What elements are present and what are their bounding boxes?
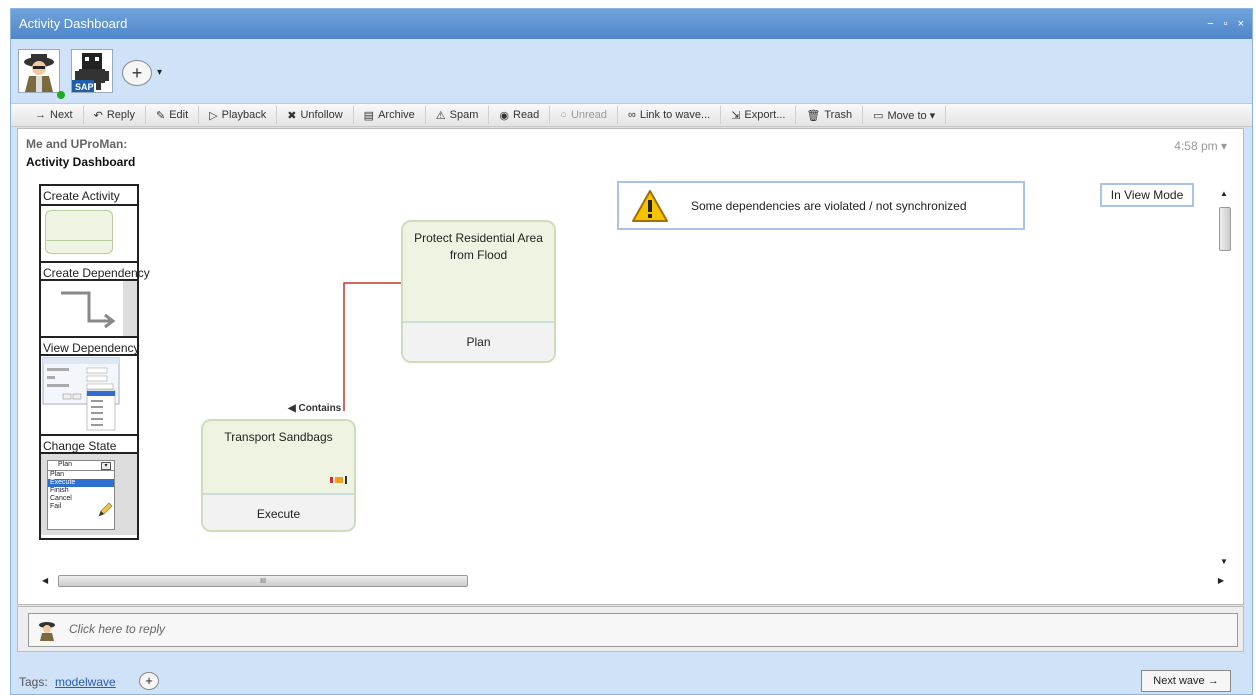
wave-content: Me and UProMan: Activity Dashboard 4:58 … [17, 128, 1244, 605]
wave-toolbar: → Next ↶ Reply ✎ Edit ▷ Playback ✖ Unfollow ▤ Archi… [11, 103, 1252, 127]
reply-placeholder[interactable]: Click here to reply [69, 622, 165, 636]
dependency-label: ◀ Contains [288, 403, 342, 414]
vertical-scrollbar[interactable]: ▲ ▼ [1217, 189, 1233, 581]
unfollow-button[interactable]: ✖ Unfollow [277, 106, 354, 124]
toolbar-button-label: Spam [449, 109, 479, 121]
scroll-left-icon[interactable]: ◀ [42, 576, 48, 585]
playback-icon: ▷ [209, 109, 218, 122]
scroll-right-icon[interactable]: ▶ [1218, 576, 1224, 585]
toolbar-button-label: Edit [169, 109, 189, 121]
close-icon[interactable]: × [1238, 9, 1244, 39]
user-avatar-icon [39, 622, 55, 641]
warning-message: Some dependencies are violated / not syn… [691, 199, 967, 213]
tag-link[interactable]: modelwave [55, 675, 116, 689]
link-icon: ∞ [628, 109, 636, 121]
avatar-sap-robot[interactable]: SAP [71, 49, 113, 93]
horizontal-scrollbar[interactable]: ◀ III ▶ [42, 574, 1228, 590]
window-titlebar: Activity Dashboard − ▫ × [11, 9, 1252, 39]
activity-node[interactable]: Protect Residential Area from Flood Plan [401, 220, 556, 363]
archive-button[interactable]: ▤ Archive [354, 106, 426, 124]
read-icon: ◉ [499, 109, 509, 122]
toolbar-button-label: Unfollow [300, 109, 343, 121]
vertical-scroll-thumb[interactable] [1219, 207, 1231, 251]
window-title: Activity Dashboard [19, 16, 128, 31]
reply-icon: ↶ [93, 109, 103, 122]
toolbar-button-label: Unread [570, 109, 608, 121]
folder-icon: ▭ [873, 109, 884, 122]
reply-area: Click here to reply [17, 606, 1244, 652]
reply-button[interactable]: ↶ Reply [84, 106, 146, 124]
next-button[interactable]: → Next [25, 106, 84, 124]
scroll-down-icon[interactable]: ▼ [1220, 557, 1228, 566]
activity-title: Transport Sandbags [203, 421, 354, 493]
warning-icon [632, 190, 668, 222]
toolbar-button-label: Link to wave... [639, 109, 711, 121]
activity-title: Protect Residential Area from Flood [414, 231, 543, 262]
toolbar-button-label: Reply [106, 109, 135, 121]
maximize-icon[interactable]: ▫ [1224, 9, 1228, 39]
window-controls: − ▫ × [1207, 9, 1244, 39]
dependency-line [343, 282, 401, 411]
toolbar-button-label: Trash [824, 109, 853, 121]
edit-button[interactable]: ✎ Edit [146, 106, 200, 124]
next-wave-button[interactable]: Next wave → [1141, 670, 1231, 692]
warning-box: Some dependencies are violated / not syn… [617, 181, 1025, 230]
wave-window: Activity Dashboard − ▫ × SAP + ▾ → Next … [10, 8, 1253, 695]
toolbar-button-label: Read [513, 109, 540, 121]
minimize-icon[interactable]: − [1207, 9, 1213, 39]
online-status-icon [57, 91, 65, 99]
participants-bar: SAP + ▾ [11, 39, 1252, 103]
add-participant-button[interactable]: + [122, 60, 152, 86]
horizontal-scroll-thumb[interactable]: III [58, 575, 468, 587]
arrow-right-icon: → [35, 109, 46, 121]
unread-button[interactable]: ○ Unread [550, 106, 619, 124]
scroll-up-icon[interactable]: ▲ [1220, 189, 1228, 198]
trash-button[interactable]: 🗑 Trash [796, 106, 864, 124]
unfollow-icon: ✖ [287, 109, 297, 122]
view-mode-indicator[interactable]: In View Mode [1100, 183, 1194, 207]
add-tag-button[interactable]: + [139, 672, 159, 690]
toolbar-button-label: Playback [221, 109, 267, 121]
unread-icon: ○ [560, 109, 567, 121]
export-button[interactable]: ⇲ Export... [721, 106, 797, 124]
spam-icon: ⚠ [435, 109, 446, 122]
toolbar-button-label: Move to ▾ [887, 109, 936, 122]
playback-button[interactable]: ▷ Playback [199, 106, 278, 124]
robot-avatar-icon: SAP [72, 53, 109, 92]
activity-state: Plan [403, 321, 554, 361]
move-to-button[interactable]: ▭ Move to ▾ [863, 106, 947, 124]
export-icon: ⇲ [731, 109, 741, 122]
chevron-down-icon[interactable]: ▾ [157, 67, 162, 78]
toolbar-button-label: Archive [378, 109, 415, 121]
wave-footer: Tags: modelwave + Next wave → [11, 665, 1252, 695]
avatar-user[interactable] [18, 49, 60, 93]
trash-icon: 🗑 [806, 109, 821, 122]
activity-state: Execute [203, 493, 354, 530]
activity-title-text: Transport Sandbags [224, 430, 333, 444]
link-to-wave-button[interactable]: ∞ Link to wave... [618, 106, 722, 124]
detective-avatar-icon [24, 54, 54, 92]
archive-icon: ▤ [363, 109, 375, 122]
reply-box[interactable]: Click here to reply [28, 613, 1238, 647]
edit-icon: ✎ [155, 109, 166, 122]
progress-icon [330, 476, 347, 484]
toolbar-button-label: Next [50, 109, 73, 121]
read-button[interactable]: ◉ Read [489, 106, 551, 124]
activity-node[interactable]: Transport Sandbags Execute [201, 419, 356, 532]
tags-label: Tags: [19, 675, 48, 689]
spam-button[interactable]: ⚠ Spam [426, 106, 490, 124]
toolbar-button-label: Export... [744, 109, 786, 121]
sap-badge-label: SAP [75, 82, 94, 92]
